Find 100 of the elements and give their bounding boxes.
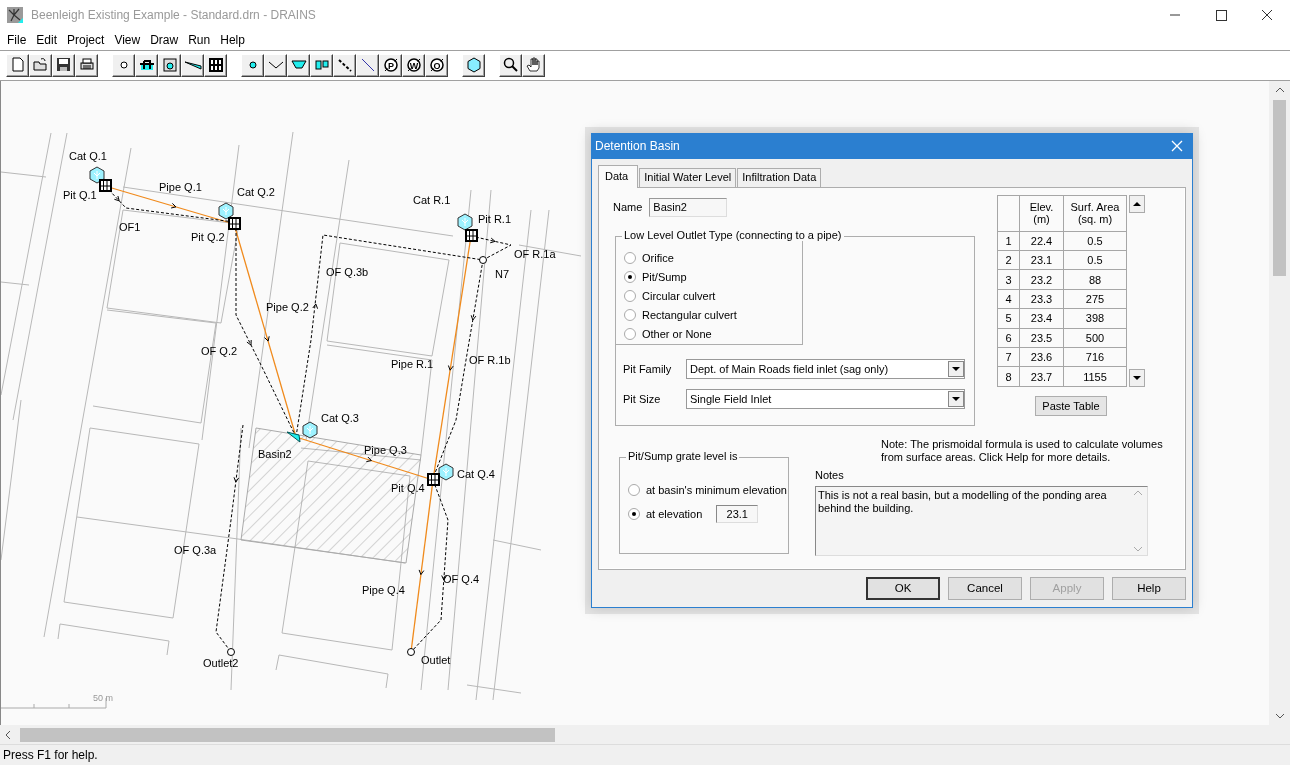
menu-item[interactable]: Run	[183, 30, 216, 49]
crossed-circle-button[interactable]: O	[425, 53, 448, 77]
row-number: 4	[997, 289, 1020, 309]
map-label: Basin2	[258, 447, 292, 460]
pan-button[interactable]	[522, 53, 545, 77]
crossed-circle-button[interactable]: P	[379, 53, 402, 77]
radio-label: Other or None	[642, 328, 712, 341]
channel-button[interactable]	[264, 53, 287, 77]
radio-button[interactable]	[624, 290, 636, 303]
basin-icon	[286, 431, 301, 443]
print-button[interactable]	[75, 53, 98, 77]
radio-button[interactable]	[624, 271, 636, 284]
radio-label: at elevation	[646, 507, 703, 520]
hand-icon	[524, 56, 543, 75]
hexagon-icon	[457, 213, 473, 231]
route-button[interactable]	[333, 53, 356, 77]
map-label: Pit Q.2	[191, 230, 225, 243]
radio-label: Pit/Sump	[642, 271, 687, 284]
field-label: Pit Size	[623, 392, 662, 405]
menu-item[interactable]: File	[2, 30, 32, 49]
crossed-circle-button[interactable]: W	[402, 53, 425, 77]
dialog-button[interactable]: OK	[866, 576, 940, 600]
save-button[interactable]	[52, 53, 75, 77]
radio-label: Circular culvert	[642, 290, 716, 303]
note-text: Note: The prismoidal formula is used to calculate volumes from surface areas. Click Help for more details.	[881, 437, 1164, 464]
map-label: Outlet2	[203, 656, 239, 669]
dialog-button[interactable]: Help	[1112, 576, 1186, 600]
paste-table-button[interactable]: Paste Table	[1035, 395, 1107, 416]
radio-button[interactable]	[628, 507, 640, 520]
scroll-up-icon[interactable]	[1129, 194, 1145, 213]
dropdown[interactable]: Single Field Inlet	[686, 388, 965, 409]
headwall-button[interactable]	[158, 53, 181, 77]
scrollbar-thumb[interactable]	[1273, 99, 1286, 276]
row-number: 3	[997, 269, 1020, 290]
map-label: Pit Q.4	[391, 481, 425, 494]
node-button[interactable]	[112, 53, 135, 77]
field-label: Notes	[815, 468, 845, 481]
radio-button[interactable]	[624, 252, 636, 265]
hexagon-icon	[464, 56, 483, 75]
menu-item[interactable]: Project	[62, 30, 110, 49]
menu-item[interactable]: View	[109, 30, 146, 49]
catchment-button[interactable]	[462, 53, 485, 77]
hexagon-icon	[302, 421, 318, 439]
field-label: Pit Family	[623, 362, 673, 375]
map-label: Cat R.1	[413, 193, 451, 206]
column-header: Elev. (m)	[1019, 195, 1064, 232]
map-label: Pit R.1	[478, 212, 511, 225]
name-field[interactable]: Basin2	[649, 197, 728, 217]
outlet-icon	[227, 647, 235, 656]
dropdown[interactable]: Dept. of Main Roads field inlet (sag only)	[686, 358, 965, 379]
row-number: 5	[997, 308, 1020, 329]
menu-item[interactable]: Draw	[145, 30, 184, 49]
map-label: N7	[495, 267, 510, 280]
map-label: Cat Q.4	[457, 467, 495, 480]
map-label: Pipe Q.1	[159, 180, 202, 193]
channel2-button[interactable]	[287, 53, 310, 77]
row-number: 8	[997, 366, 1020, 387]
app-logo-icon	[7, 7, 23, 23]
menu-item[interactable]: Help	[215, 30, 250, 49]
elevation-field[interactable]: 23.1	[716, 504, 759, 523]
map-label: Pit Q.1	[63, 188, 97, 201]
scroll-down-icon[interactable]	[1129, 368, 1145, 387]
radio-button[interactable]	[628, 483, 640, 496]
new-document-button[interactable]	[6, 53, 29, 77]
map-label: OF R.1a	[514, 247, 556, 260]
group-title: Low Level Outlet Type (connecting to a pipe)	[622, 228, 844, 241]
pit-icon	[427, 472, 440, 486]
scrollbar-thumb[interactable]	[20, 727, 555, 742]
node2-button[interactable]	[241, 53, 264, 77]
tab[interactable]: Infiltration Data	[737, 167, 822, 187]
map-label: OF Q.2	[201, 344, 238, 357]
open-button[interactable]	[29, 53, 52, 77]
map-label: OF Q.3a	[174, 543, 217, 556]
status-text: Press F1 for help.	[3, 748, 98, 763]
zoom-button[interactable]	[499, 53, 522, 77]
pit-button[interactable]	[135, 53, 158, 77]
group-title: Pit/Sump grate level is	[626, 449, 740, 462]
window-title: Beenleigh Existing Example - Standard.drn - DRAINS	[31, 8, 316, 22]
grid-button[interactable]	[204, 53, 227, 77]
map-label: OF Q.3b	[326, 265, 369, 278]
menu-item[interactable]: Edit	[31, 30, 63, 49]
pit-icon	[228, 216, 241, 230]
hexagon-icon	[89, 166, 105, 184]
row-number: 6	[997, 328, 1020, 348]
grid-square-icon	[206, 56, 225, 75]
dialog-title: Detention Basin	[595, 139, 680, 154]
pit-icon	[465, 228, 478, 242]
tab[interactable]: Data	[598, 164, 639, 188]
radio-button[interactable]	[624, 309, 636, 322]
hexagon-icon	[218, 202, 234, 220]
culvert-button[interactable]	[310, 53, 333, 77]
row-number: 1	[997, 231, 1020, 251]
basin-button[interactable]	[181, 53, 204, 77]
link-button[interactable]	[356, 53, 379, 77]
dialog-button[interactable]: Cancel	[948, 576, 1022, 600]
row-number: 7	[997, 347, 1020, 367]
tab[interactable]: Initial Water Level	[639, 167, 737, 187]
map-label: Cat Q.1	[69, 149, 107, 162]
radio-button[interactable]	[624, 328, 636, 341]
node-icon	[479, 255, 487, 264]
